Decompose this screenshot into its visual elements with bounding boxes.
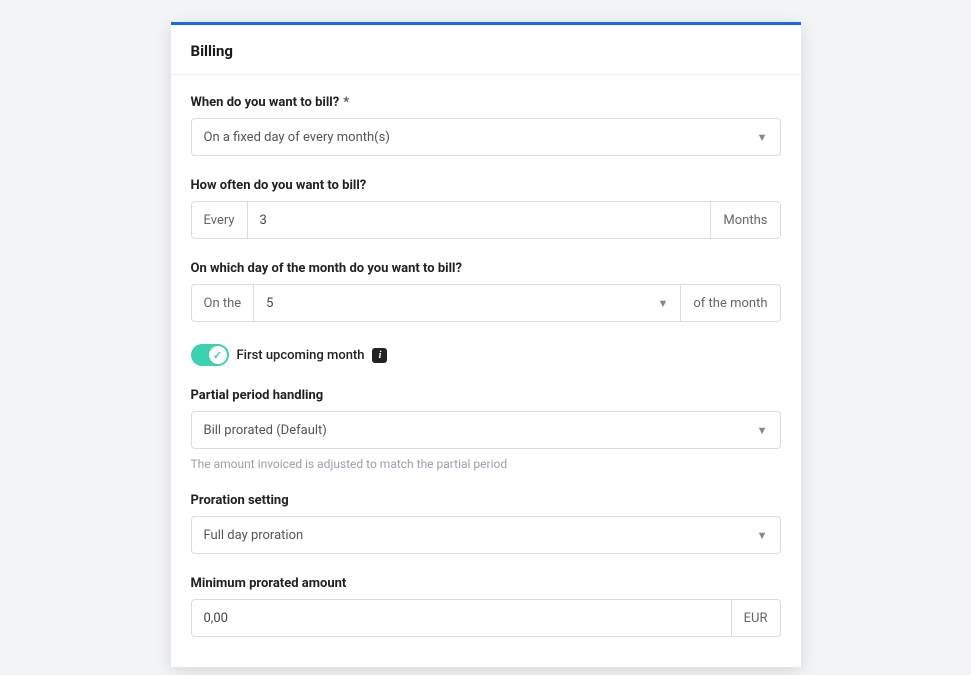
first-upcoming-toggle[interactable]: ✓ bbox=[191, 344, 229, 366]
min-prorated-input-row: 0,00 EUR bbox=[191, 599, 781, 637]
info-icon[interactable]: i bbox=[372, 348, 387, 363]
when-to-bill-label: When do you want to bill? * bbox=[191, 95, 781, 110]
chevron-down-icon: ▼ bbox=[658, 297, 669, 310]
select-value: Full day proration bbox=[204, 528, 304, 543]
required-marker: * bbox=[343, 95, 349, 110]
chevron-down-icon: ▼ bbox=[757, 529, 768, 542]
billing-card: Billing When do you want to bill? * On a… bbox=[171, 22, 801, 667]
when-to-bill-select[interactable]: On a fixed day of every month(s) ▼ bbox=[191, 118, 781, 156]
select-value: 5 bbox=[266, 296, 273, 311]
label-text: When do you want to bill? bbox=[191, 95, 340, 110]
which-day-group: On which day of the month do you want to… bbox=[191, 261, 781, 322]
chevron-down-icon: ▼ bbox=[757, 131, 768, 144]
card-header: Billing bbox=[171, 25, 801, 75]
how-often-suffix: Months bbox=[710, 202, 779, 238]
first-upcoming-label: First upcoming month bbox=[237, 348, 365, 363]
chevron-down-icon: ▼ bbox=[757, 424, 768, 437]
which-day-suffix: of the month bbox=[680, 285, 779, 321]
how-often-group: How often do you want to bill? Every 3 M… bbox=[191, 178, 781, 239]
min-prorated-group: Minimum prorated amount 0,00 EUR bbox=[191, 576, 781, 637]
which-day-prefix: On the bbox=[192, 285, 255, 321]
which-day-label: On which day of the month do you want to… bbox=[191, 261, 781, 276]
min-prorated-label: Minimum prorated amount bbox=[191, 576, 781, 591]
how-often-input[interactable]: 3 bbox=[248, 202, 711, 238]
first-upcoming-row: ✓ First upcoming month i bbox=[191, 344, 781, 366]
partial-period-group: Partial period handling Bill prorated (D… bbox=[191, 388, 781, 471]
min-prorated-currency: EUR bbox=[731, 600, 780, 636]
min-prorated-input[interactable]: 0,00 bbox=[192, 600, 731, 636]
proration-setting-group: Proration setting Full day proration ▼ bbox=[191, 493, 781, 554]
which-day-input-row: On the 5 ▼ of the month bbox=[191, 284, 781, 322]
how-often-input-row: Every 3 Months bbox=[191, 201, 781, 239]
partial-period-helper: The amount invoiced is adjusted to match… bbox=[191, 457, 781, 471]
select-value: Bill prorated (Default) bbox=[204, 423, 327, 438]
page-title: Billing bbox=[191, 42, 781, 60]
proration-setting-label: Proration setting bbox=[191, 493, 781, 508]
how-often-prefix: Every bbox=[192, 202, 248, 238]
partial-period-select[interactable]: Bill prorated (Default) ▼ bbox=[191, 411, 781, 449]
which-day-select[interactable]: 5 ▼ bbox=[254, 285, 680, 321]
select-value: On a fixed day of every month(s) bbox=[204, 130, 390, 145]
partial-period-label: Partial period handling bbox=[191, 388, 781, 403]
when-to-bill-group: When do you want to bill? * On a fixed d… bbox=[191, 95, 781, 156]
card-body: When do you want to bill? * On a fixed d… bbox=[171, 75, 801, 637]
how-often-label: How often do you want to bill? bbox=[191, 178, 781, 193]
toggle-knob: ✓ bbox=[209, 346, 227, 364]
proration-setting-select[interactable]: Full day proration ▼ bbox=[191, 516, 781, 554]
